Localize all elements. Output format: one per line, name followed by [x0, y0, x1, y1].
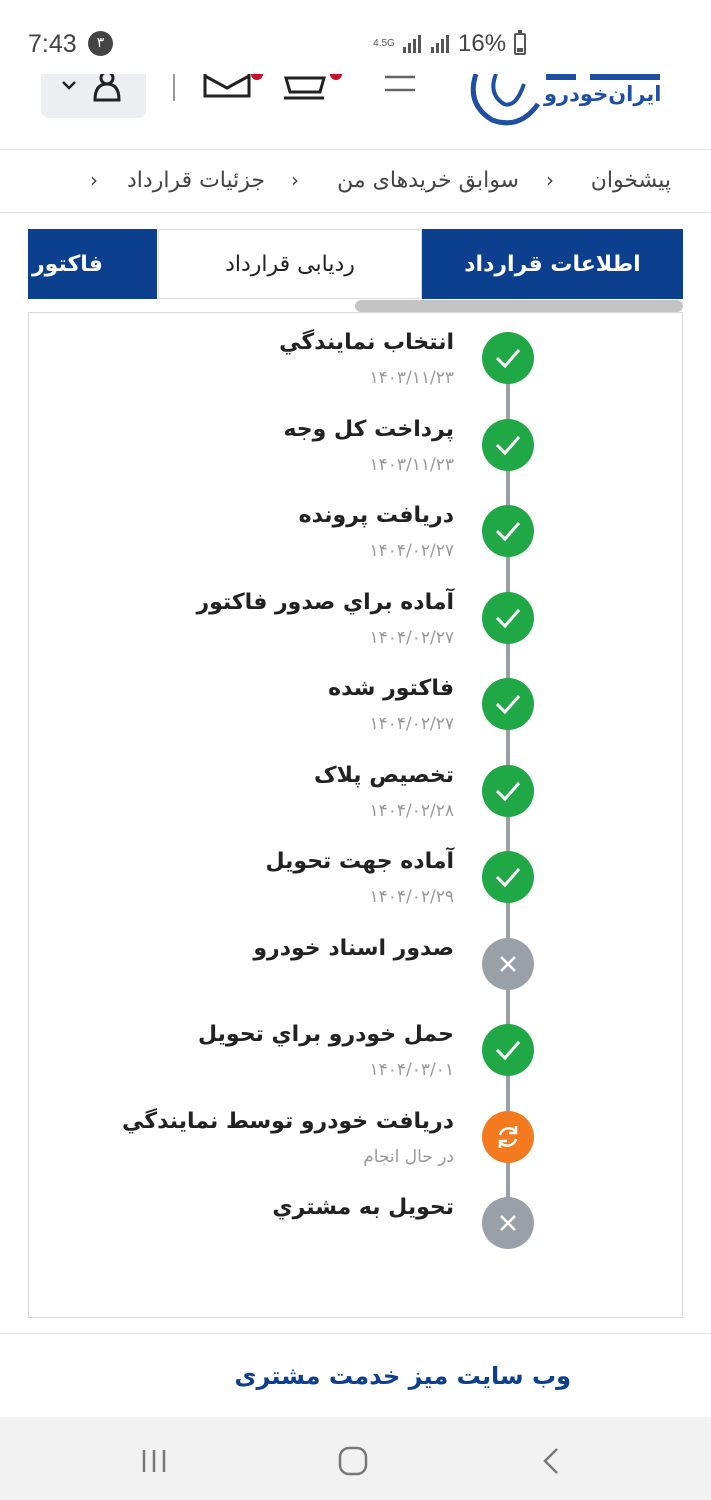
tab-contract-info[interactable]: اطلاعات قرارداد [422, 229, 683, 299]
refresh-icon [498, 1126, 518, 1148]
timeline-step: دريافت پرونده ۱۴۰۴/۰۲/۲۷ [40, 503, 534, 563]
step-status-icon [482, 1111, 534, 1163]
breadcrumb-item-contract-details[interactable]: جزئیات قرارداد [127, 168, 265, 193]
step-date: ۱۴۰۴/۰۳/۰۱ [369, 1060, 454, 1080]
timeline-step: انتخاب نمايندگي ۱۴۰۳/۱۱/۲۳ [40, 330, 534, 390]
check-icon [495, 609, 521, 629]
step-title: پرداخت کل وجه [283, 417, 454, 442]
status-time: 7:43 [28, 30, 77, 58]
step-date: ۱۴۰۴/۰۲/۲۷ [369, 714, 454, 734]
tab-contract-tracking[interactable]: ردیابی قرارداد [158, 229, 422, 299]
check-icon [495, 695, 521, 715]
step-status-icon [482, 1024, 534, 1076]
step-title: دريافت پرونده [298, 503, 454, 528]
step-date: ۱۴۰۴/۰۲/۲۸ [369, 801, 454, 821]
step-date: در حال انجام [363, 1147, 454, 1167]
chevron-down-icon [62, 81, 76, 90]
app-header: ایران‌خودرو [0, 74, 711, 150]
timeline-step: آماده جهت تحويل ۱۴۰۴/۰۲/۲۹ [40, 849, 534, 909]
user-icon [93, 74, 121, 102]
signal-icon-2 [431, 35, 449, 53]
step-title: آماده براي صدور فاکتور [196, 590, 454, 615]
system-nav-bar [0, 1417, 711, 1500]
menu-icon[interactable] [383, 74, 417, 96]
chevron-right-icon: › [291, 168, 299, 192]
close-icon [500, 1215, 516, 1231]
step-status-icon [482, 419, 534, 471]
ikco-logo[interactable]: ایران‌خودرو [466, 74, 666, 126]
step-title: فاکتور شده [328, 676, 454, 701]
step-status-icon [482, 938, 534, 990]
step-date: ۱۴۰۴/۰۲/۲۷ [369, 628, 454, 648]
battery-percent: 16% [458, 30, 507, 57]
breadcrumb-item-dashboard[interactable]: پیشخوان [591, 168, 671, 193]
step-title: حمل خودرو براي تحويل [198, 1022, 454, 1047]
contract-tabs: اطلاعات قرارداد ردیابی قرارداد فاکتور [28, 229, 683, 299]
step-title: تخصيص پلاک [314, 763, 454, 788]
battery-icon [514, 30, 527, 55]
step-title: صدور اسناد خودرو [253, 936, 454, 961]
step-title: انتخاب نمايندگي [279, 330, 454, 355]
breadcrumb: پیشخوان › سوابق خریدهای من › جزئیات قرار… [0, 151, 711, 213]
timeline-step: حمل خودرو براي تحويل ۱۴۰۴/۰۳/۰۱ [40, 1022, 534, 1082]
check-icon [495, 349, 521, 369]
footer: وب سایت میز خدمت مشتری [0, 1333, 711, 1417]
breadcrumb-item-purchases[interactable]: سوابق خریدهای من [337, 168, 519, 193]
network-type-label: 4.5G [373, 38, 395, 49]
timeline-step: آماده براي صدور فاکتور ۱۴۰۴/۰۲/۲۷ [40, 590, 534, 650]
logo-text: ایران‌خودرو [544, 82, 662, 106]
timeline-step: دريافت خودرو توسط نمايندگي در حال انجام [40, 1109, 534, 1169]
home-icon[interactable] [333, 1441, 373, 1481]
customer-service-link[interactable]: وب سایت میز خدمت مشتری [234, 1362, 571, 1390]
chevron-right-icon: › [90, 168, 98, 192]
header-separator [173, 74, 175, 101]
timeline-step: فاکتور شده ۱۴۰۴/۰۲/۲۷ [40, 676, 534, 736]
logo-top-text-shape [546, 74, 660, 80]
timeline-step: پرداخت کل وجه ۱۴۰۳/۱۱/۲۳ [40, 417, 534, 477]
status-bar: 7:43 ۳ 4.5G 16% [0, 0, 711, 74]
chevron-right-icon: › [546, 168, 554, 192]
step-title: دريافت خودرو توسط نمايندگي [122, 1109, 454, 1134]
step-status-icon [482, 505, 534, 557]
step-status-icon [482, 765, 534, 817]
back-icon[interactable] [531, 1441, 571, 1481]
step-status-icon [482, 678, 534, 730]
logo-emblem-icon [470, 74, 541, 126]
step-date: ۱۴۰۴/۰۲/۲۷ [369, 541, 454, 561]
tabs-scrollbar[interactable] [355, 300, 683, 312]
check-icon [495, 522, 521, 542]
check-icon [495, 782, 521, 802]
step-title: تحويل به مشتري [272, 1195, 454, 1220]
mail-icon[interactable] [203, 74, 265, 104]
step-status-icon [482, 851, 534, 903]
timeline-step: صدور اسناد خودرو [40, 936, 534, 996]
close-icon [500, 956, 516, 972]
user-menu-button[interactable] [41, 74, 146, 118]
recent-apps-icon[interactable] [134, 1441, 174, 1481]
check-icon [495, 1041, 521, 1061]
status-indicators: 4.5G 16% [372, 28, 527, 60]
step-title: آماده جهت تحويل [265, 849, 455, 874]
step-status-icon [482, 332, 534, 384]
notification-badge: ۳ [88, 31, 113, 56]
check-icon [495, 436, 521, 456]
timeline-step: تحويل به مشتري [40, 1195, 534, 1255]
check-icon [495, 868, 521, 888]
step-status-icon [482, 1197, 534, 1249]
step-status-icon [482, 592, 534, 644]
timeline-step: تخصيص پلاک ۱۴۰۴/۰۲/۲۸ [40, 763, 534, 823]
tab-invoice[interactable]: فاکتور [28, 229, 157, 299]
page: 7:43 ۳ 4.5G 16% [0, 0, 711, 1500]
signal-icon [403, 35, 421, 53]
cart-icon[interactable] [280, 74, 344, 104]
step-date: ۱۴۰۳/۱۱/۲۳ [369, 455, 454, 475]
step-date: ۱۴۰۳/۱۱/۲۳ [369, 368, 454, 388]
step-date: ۱۴۰۴/۰۲/۲۹ [369, 887, 454, 907]
